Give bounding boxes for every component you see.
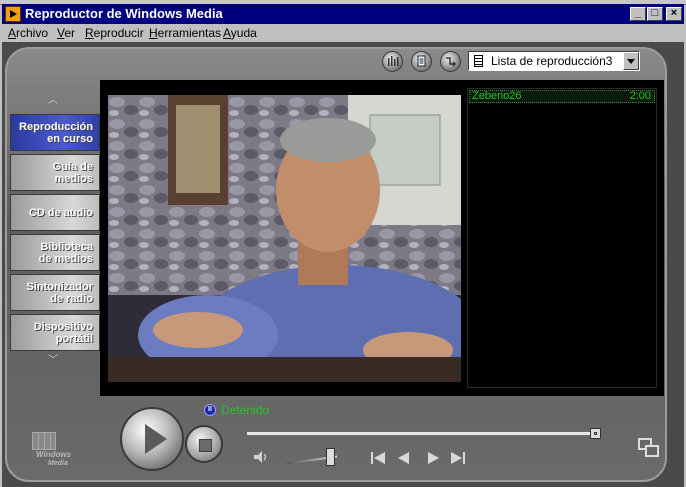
- fast-forward-icon[interactable]: [423, 450, 443, 466]
- nav-item-portable-device[interactable]: Dispositivo portátil: [10, 314, 100, 351]
- nav-item-media-library[interactable]: Biblioteca de medios: [10, 234, 100, 271]
- window-title: Reproductor de Windows Media: [25, 6, 223, 21]
- nav-scroll-up-icon[interactable]: ︿: [46, 96, 60, 106]
- minimize-button[interactable]: _: [630, 7, 646, 21]
- menu-herramientas[interactable]: Herramientas: [149, 26, 221, 40]
- stop-button[interactable]: [185, 425, 223, 463]
- video-frame: Zeberio26 2:00: [100, 80, 664, 396]
- rewind-icon[interactable]: [394, 450, 414, 466]
- nav-item-radio-tuner[interactable]: Sintonizador de radio: [10, 274, 100, 311]
- close-button[interactable]: ×: [666, 7, 682, 21]
- status-icon: II: [204, 404, 216, 416]
- media-player-window: Reproductor de Windows Media _ □ × Archi…: [0, 0, 686, 487]
- media-info-icon[interactable]: [411, 51, 432, 72]
- nav-item-now-playing[interactable]: Reproducción en curso: [10, 114, 100, 151]
- title-bar[interactable]: Reproductor de Windows Media _ □ ×: [2, 4, 684, 24]
- maximize-button[interactable]: □: [647, 7, 663, 21]
- player-skin: Lista de reproducción3 ︿ Reproducción en …: [2, 42, 684, 487]
- nav-item-media-guide[interactable]: Guía de medios: [10, 154, 100, 191]
- video-display[interactable]: [108, 95, 461, 382]
- app-icon[interactable]: [5, 6, 21, 22]
- menu-ver[interactable]: Ver: [57, 26, 75, 40]
- next-track-icon[interactable]: [448, 450, 468, 466]
- nav-scroll-down-icon[interactable]: ﹀: [46, 356, 60, 366]
- status-bar: II Detenido: [199, 401, 663, 419]
- play-button[interactable]: [120, 407, 184, 471]
- menu-ayuda[interactable]: Ayuda: [223, 26, 257, 40]
- playlist-item-duration: 2:00: [629, 90, 651, 102]
- playlist-panel: Zeberio26 2:00: [467, 88, 657, 388]
- playlist-doc-icon: [474, 55, 483, 67]
- seek-bar[interactable]: [247, 432, 599, 436]
- seek-thumb[interactable]: [590, 428, 601, 439]
- video-frame-image: [108, 95, 461, 382]
- equalizer-icon[interactable]: [382, 51, 403, 72]
- menu-archivo[interactable]: Archivo: [8, 26, 48, 40]
- feature-taskbar: ︿ Reproducción en curso Guía de medios CD …: [6, 92, 102, 422]
- playlist-dropdown[interactable]: Lista de reproducción3: [468, 51, 640, 71]
- menu-reproducir[interactable]: Reproducir: [85, 26, 144, 40]
- volume-slider-thumb[interactable]: [326, 448, 335, 466]
- status-text: Detenido: [221, 403, 270, 417]
- mute-icon[interactable]: [252, 449, 270, 465]
- previous-track-icon[interactable]: [368, 450, 388, 466]
- chevron-down-icon[interactable]: [623, 52, 639, 70]
- menu-bar: Archivo Ver Reproducir Herramientas Ayud…: [2, 24, 684, 42]
- shuffle-icon[interactable]: [440, 51, 461, 72]
- windows-flag-icon: [32, 432, 56, 450]
- playlist-dropdown-value: Lista de reproducción3: [491, 54, 613, 68]
- playlist-item[interactable]: Zeberio26 2:00: [469, 90, 655, 103]
- skin-mode-icon[interactable]: [638, 438, 660, 458]
- nav-item-cd-audio[interactable]: CD de audio: [10, 194, 100, 231]
- windows-media-logo: Windows Media: [18, 420, 82, 468]
- playlist-item-title: Zeberio26: [472, 90, 522, 102]
